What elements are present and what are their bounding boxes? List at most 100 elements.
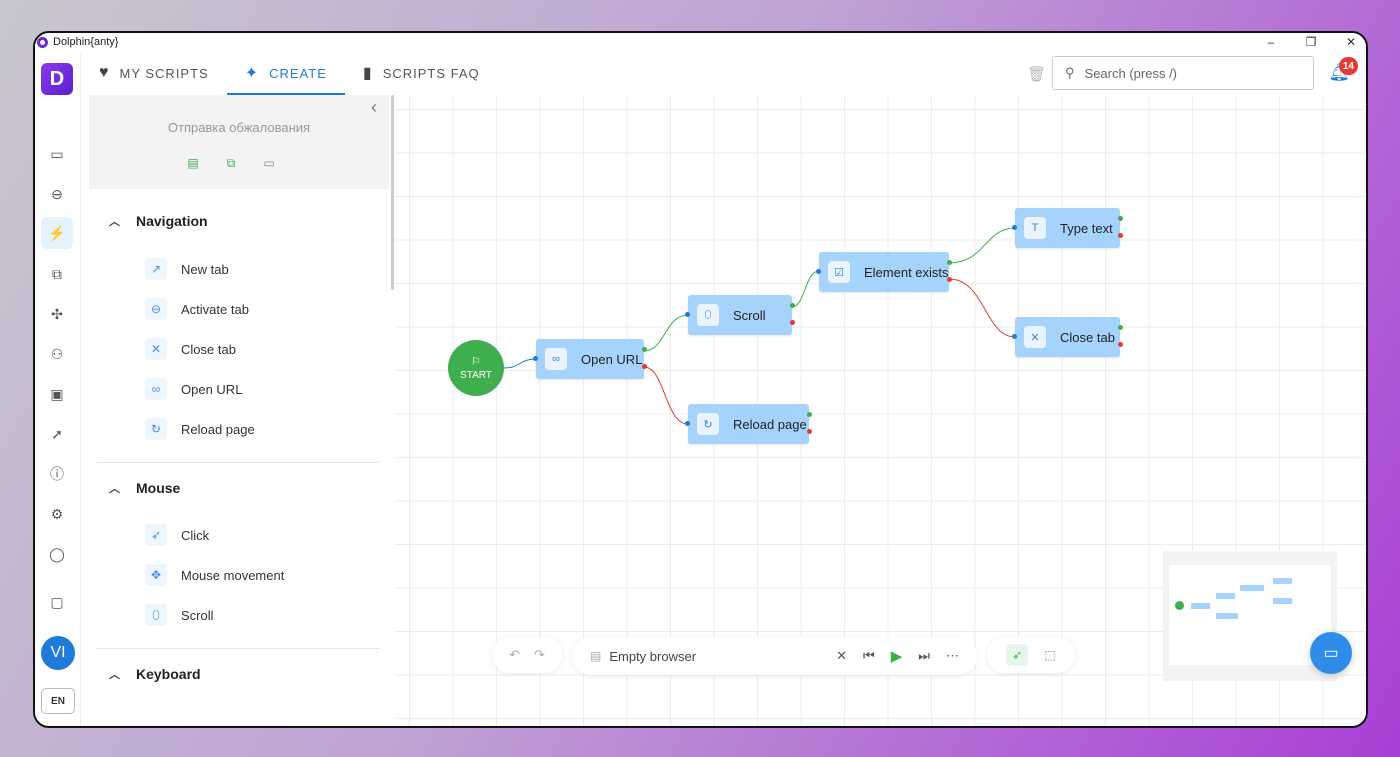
edge-scroll-element-exists [791, 270, 820, 308]
input-port[interactable] [1012, 334, 1017, 339]
success-port[interactable] [790, 303, 795, 308]
skip-back-icon[interactable]: ⏮ [863, 648, 875, 664]
tab-create[interactable]: ✦ CREATE [226, 51, 346, 95]
flow-canvas[interactable]: ⚐ START ∞ Open URL ⬯ Scroll ↻ Reload pag… [395, 95, 1366, 726]
success-port[interactable] [1118, 325, 1123, 330]
input-port[interactable] [685, 421, 690, 426]
error-port[interactable] [807, 429, 812, 434]
scripts-icon[interactable]: ⚡ [41, 217, 73, 249]
input-port[interactable] [685, 312, 690, 317]
link-icon[interactable]: ⊖ [44, 181, 70, 207]
node-reload-page[interactable]: ↻ Reload page [685, 404, 812, 444]
play-icon[interactable]: ▶ [891, 647, 903, 665]
save-icon[interactable]: ▤ [185, 155, 201, 171]
success-port[interactable] [642, 347, 647, 352]
divider [97, 648, 380, 649]
script-header: Отправка обжалования ▤ ⧉ ▭ [89, 95, 389, 189]
section-keyboard[interactable]: ︿ Keyboard [109, 666, 201, 682]
language-selector[interactable]: EN [41, 688, 75, 714]
error-port[interactable] [642, 364, 647, 369]
settings-icon[interactable]: ⚙ [44, 501, 70, 527]
rocket-icon[interactable]: ➚ [44, 421, 70, 447]
block-label: Mouse movement [181, 567, 285, 583]
top-navigation: ♥ MY SCRIPTS ✦ CREATE ▮ SCRIPTS FAQ 🗑 ⚲ … [81, 51, 1366, 95]
input-port[interactable] [1012, 225, 1017, 230]
cursor-click-icon: ➶ [145, 524, 167, 546]
browser-profiles-icon[interactable]: ▭ [44, 141, 70, 167]
error-port[interactable] [1118, 233, 1123, 238]
minimize-button[interactable]: – [1264, 33, 1278, 51]
edge-open-url-reload [643, 366, 689, 425]
chat-support-button[interactable]: ▭ [1310, 632, 1352, 674]
skip-forward-icon[interactable]: ⏭ [918, 648, 930, 664]
edge-element-exists-type-text [948, 227, 1016, 264]
chain-icon: ∞ [145, 378, 167, 400]
browser-selector[interactable]: Empty browser [609, 649, 696, 664]
input-port[interactable] [816, 269, 821, 274]
theme-toggle[interactable]: ☼ [39, 727, 75, 728]
api-icon[interactable]: ▣ [44, 381, 70, 407]
help-icon[interactable]: ⓘ [44, 461, 70, 487]
tab-label: CREATE [269, 65, 327, 81]
restore-button[interactable]: ❐ [1304, 33, 1318, 51]
block-label: Activate tab [181, 301, 249, 317]
selection-box-icon[interactable]: ⬚ [1044, 648, 1055, 662]
node-element-exists[interactable]: ☑ Element exists [816, 252, 952, 292]
node-type-text[interactable]: T Type text [1012, 208, 1123, 248]
external-link-icon: ↗ [145, 258, 167, 280]
block-label: Click [181, 527, 210, 543]
panel-scrollbar[interactable] [391, 95, 394, 290]
error-port[interactable] [790, 320, 795, 325]
section-navigation[interactable]: ︿ Navigation [109, 213, 208, 229]
block-scroll[interactable]: ⬯ Scroll [145, 604, 214, 626]
block-activate-tab[interactable]: ⊖ Activate tab [145, 298, 249, 320]
block-label: Close tab [181, 341, 236, 357]
success-port[interactable] [807, 412, 812, 417]
browser-icon: ▤ [590, 649, 602, 663]
more-icon[interactable]: ⋯ [946, 648, 959, 664]
avatar[interactable]: VI [41, 636, 75, 670]
link-icon: ⊖ [145, 298, 167, 320]
error-port[interactable] [947, 277, 952, 282]
script-player: ▤ Empty browser ✕ ⏮ ▶ ⏭ ⋯ [572, 637, 977, 675]
pointer-icon[interactable]: ➶ [1006, 644, 1029, 666]
input-port[interactable] [533, 356, 538, 361]
extensions-icon[interactable]: ✣ [44, 301, 70, 327]
close-window-button[interactable]: ✕ [1344, 33, 1358, 51]
copy-icon[interactable]: ⧉ [44, 261, 70, 287]
script-name[interactable]: Отправка обжалования [89, 120, 389, 135]
block-reload-page[interactable]: ↻ Reload page [145, 418, 255, 440]
search-input[interactable] [1084, 65, 1285, 81]
success-port[interactable] [947, 260, 952, 265]
trash-icon[interactable]: 🗑 [1027, 65, 1046, 83]
details-icon[interactable]: ▭ [261, 155, 277, 171]
node-scroll[interactable]: ⬯ Scroll [685, 295, 795, 335]
block-open-url[interactable]: ∞ Open URL [145, 378, 242, 400]
error-port[interactable] [1118, 342, 1123, 347]
section-mouse[interactable]: ︿ Mouse [109, 480, 180, 496]
redo-icon[interactable]: ↷ [534, 647, 545, 663]
wallet-icon[interactable]: ▢ [44, 589, 70, 615]
tab-scripts-faq[interactable]: ▮ SCRIPTS FAQ [345, 51, 498, 95]
block-new-tab[interactable]: ↗ New tab [145, 258, 229, 280]
block-click[interactable]: ➶ Click [145, 524, 209, 546]
users-icon[interactable]: ⚇ [44, 341, 70, 367]
idea-icon[interactable]: ◯ [44, 541, 70, 567]
canvas-tools: ➶ ⬚ [987, 637, 1075, 673]
node-open-url[interactable]: ∞ Open URL [533, 339, 647, 379]
block-close-tab[interactable]: ✕ Close tab [145, 338, 236, 360]
book-icon: ▮ [362, 65, 373, 82]
tab-my-scripts[interactable]: ♥ MY SCRIPTS [81, 51, 227, 95]
clear-icon[interactable]: ✕ [836, 648, 847, 664]
duplicate-icon[interactable]: ⧉ [223, 155, 239, 171]
start-node[interactable]: ⚐ START [448, 340, 504, 396]
window-controls: – ❐ ✕ [1264, 33, 1358, 51]
block-mouse-movement[interactable]: ✥ Mouse movement [145, 564, 284, 586]
node-close-tab[interactable]: ✕ Close tab [1012, 317, 1123, 357]
collapse-panel-icon[interactable]: ‹ [371, 97, 377, 118]
blocks-panel: Отправка обжалования ▤ ⧉ ▭ ‹ ︿ Navigatio… [89, 95, 394, 726]
undo-icon[interactable]: ↶ [509, 647, 520, 663]
tab-label: SCRIPTS FAQ [382, 65, 480, 81]
success-port[interactable] [1118, 216, 1123, 221]
dolphin-logo[interactable]: D [41, 63, 73, 95]
